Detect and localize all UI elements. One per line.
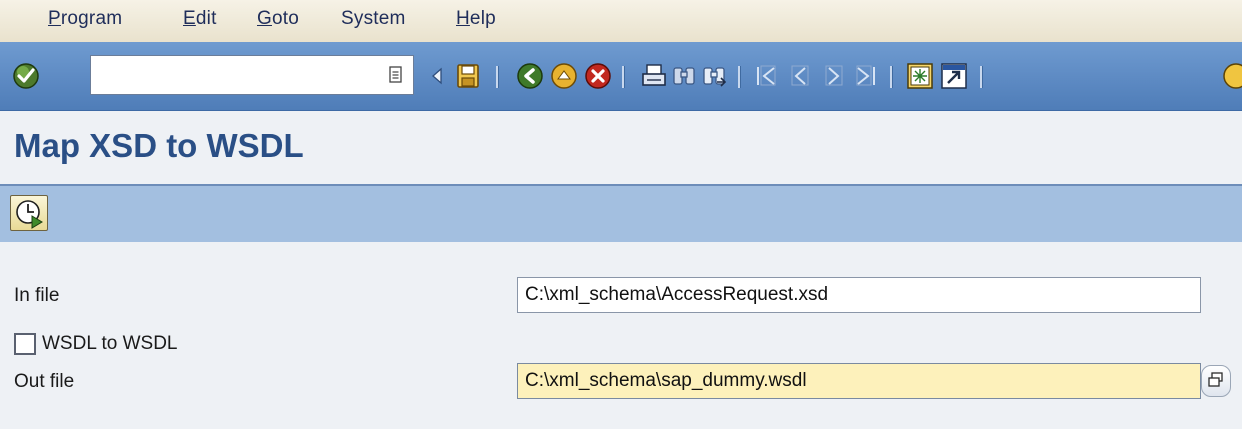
back-icon[interactable] — [516, 62, 544, 90]
menu-system[interactable]: System — [341, 8, 406, 30]
toolbar-separator — [980, 66, 983, 88]
find-icon[interactable] — [670, 62, 698, 90]
out-file-row: Out file — [0, 363, 1242, 403]
toolbar-separator — [890, 66, 893, 88]
application-toolbar — [0, 186, 1242, 242]
enter-icon[interactable] — [12, 62, 40, 90]
value-help-button[interactable] — [1201, 365, 1231, 397]
title-area: Map XSD to WSDL — [0, 111, 1242, 186]
execute-icon — [16, 200, 43, 229]
page-title: Map XSD to WSDL — [14, 127, 304, 164]
command-field[interactable] — [90, 55, 414, 95]
execute-button[interactable] — [10, 195, 48, 231]
menu-goto[interactable]: Goto — [257, 8, 299, 30]
menu-program[interactable]: Program — [48, 8, 122, 30]
value-help-icon — [1208, 372, 1223, 387]
command-history-icon[interactable] — [387, 65, 405, 85]
standard-toolbar — [0, 42, 1242, 111]
print-icon[interactable] — [640, 62, 668, 90]
exit-icon[interactable] — [550, 62, 578, 90]
toolbar-separator — [622, 66, 625, 88]
in-file-label: In file — [14, 285, 60, 306]
in-file-row: In file — [0, 277, 1242, 317]
cancel-icon[interactable] — [584, 62, 612, 90]
wsdl-to-wsdl-checkbox[interactable] — [14, 333, 36, 355]
toolbar-separator — [496, 66, 499, 88]
last-page-icon[interactable] — [852, 62, 880, 90]
menu-bar: Program Edit Goto System Help — [0, 0, 1242, 42]
out-file-label: Out file — [14, 371, 75, 392]
save-icon[interactable] — [454, 62, 482, 90]
create-session-icon[interactable] — [906, 62, 934, 90]
shortcut-icon[interactable] — [940, 62, 968, 90]
menu-help[interactable]: Help — [456, 8, 496, 30]
first-page-icon[interactable] — [752, 62, 780, 90]
toolbar-separator — [738, 66, 741, 88]
find-next-icon[interactable] — [700, 62, 728, 90]
wsdl-to-wsdl-label: WSDL to WSDL — [42, 333, 178, 354]
help-icon[interactable] — [1222, 62, 1242, 90]
in-file-input[interactable] — [517, 277, 1201, 313]
command-input[interactable] — [95, 56, 379, 94]
wsdl-to-wsdl-row: WSDL to WSDL — [0, 327, 1242, 367]
back-arrow-icon[interactable] — [423, 62, 451, 90]
menu-edit[interactable]: Edit — [183, 8, 217, 30]
out-file-input[interactable] — [517, 363, 1201, 399]
next-page-icon[interactable] — [820, 62, 848, 90]
previous-page-icon[interactable] — [786, 62, 814, 90]
